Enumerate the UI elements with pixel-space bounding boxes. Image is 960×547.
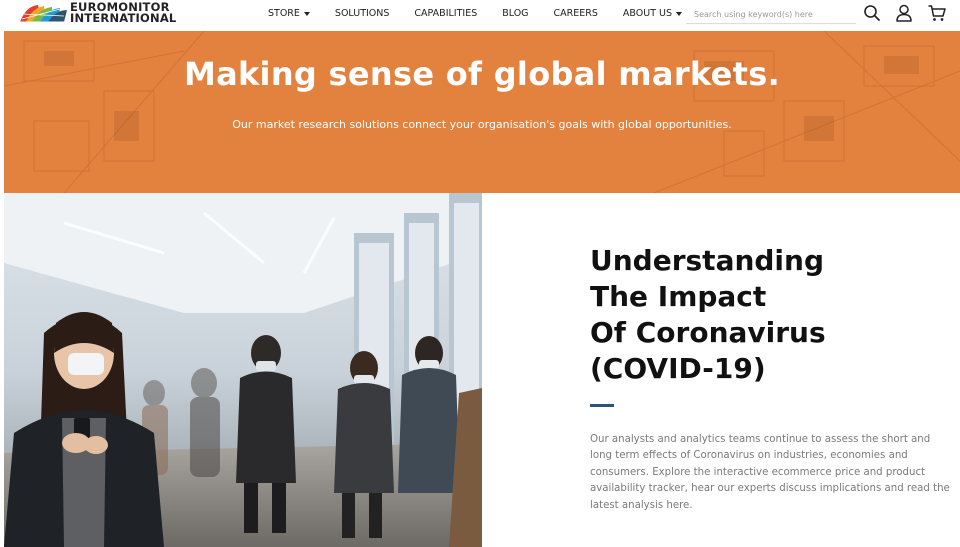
nav-solutions-label: SOLUTIONS [334,8,390,19]
article-body: Our analysts and analytics teams continu… [590,434,950,511]
search-input[interactable] [686,5,856,24]
logo-text: EUROMONITOR INTERNATIONAL [70,1,177,25]
hero-title: Making sense of global markets. [183,55,781,93]
euromonitor-logo[interactable]: EUROMONITOR INTERNATIONAL [18,1,176,26]
cart-icon[interactable] [927,3,947,23]
article-title-line: Of Coronavirus [590,316,826,349]
covid-hero-photo [4,193,482,547]
article-title-line: The Impact [590,280,767,313]
nav-careers[interactable]: CAREERS [554,8,598,19]
nav-careers-label: CAREERS [553,8,598,19]
hero-subtitle: Our market research solutions connect yo… [232,118,732,131]
accent-divider [590,404,614,407]
nav-blog-label: BLOG [502,8,529,19]
nav-store[interactable]: STORE [268,8,310,19]
commuters-wearing-masks-image [4,193,482,547]
nav-capabilities-label: CAPABILITIES [414,8,478,19]
top-navigation: EUROMONITOR INTERNATIONAL STORE SOLUTION… [0,0,960,31]
article-title-line: (COVID-19) [590,352,766,385]
user-icon[interactable] [894,3,914,23]
nav-about-us[interactable]: ABOUT US [622,8,683,19]
caret-down-icon [303,11,310,16]
main-menu: STORE SOLUTIONS CAPABILITIES BLOG CAREER… [268,0,707,27]
nav-blog[interactable]: BLOG [502,8,528,19]
nav-about-us-label: ABOUT US [622,8,673,19]
hero-banner: Making sense of global markets. Our mark… [4,31,960,193]
nav-capabilities[interactable]: CAPABILITIES [414,8,477,19]
logo-line-2: INTERNATIONAL [70,11,177,25]
nav-store-label: STORE [268,8,300,19]
search-icon[interactable] [862,3,882,23]
search-box [686,4,856,24]
logo-mark-icon [18,5,67,23]
article-title-line: Understanding [590,244,825,277]
nav-solutions[interactable]: SOLUTIONS [335,8,390,19]
caret-down-icon [676,11,683,16]
article-title[interactable]: Understanding The Impact Of Coronavirus … [590,243,950,387]
